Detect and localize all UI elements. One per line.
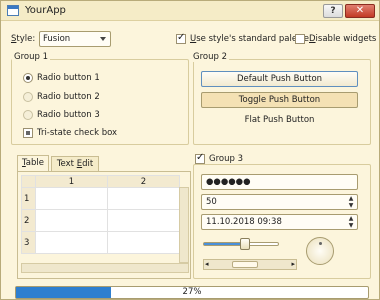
style-combobox-value: Fusion — [43, 34, 71, 44]
disable-widgets-label: Disable widgets — [309, 34, 377, 44]
slider-handle[interactable] — [239, 238, 250, 250]
disable-widgets-checkbox[interactable] — [295, 34, 305, 44]
window-title: YourApp — [25, 5, 66, 16]
row-header[interactable]: 2 — [21, 209, 36, 232]
table-cell[interactable] — [107, 209, 180, 232]
table-cell[interactable] — [35, 231, 108, 254]
scroll-left-icon[interactable]: ◂ — [205, 260, 209, 268]
row-header[interactable]: 1 — [21, 187, 36, 210]
radio-button-1-label: Radio button 1 — [37, 73, 100, 83]
tristate-checkbox[interactable] — [23, 128, 33, 138]
progress-bar: 27% — [15, 286, 369, 299]
data-table[interactable]: 1 2 1 2 3 — [21, 175, 180, 254]
table-row: 2 — [21, 209, 180, 232]
group-3-title: Group 3 — [207, 154, 245, 164]
chevron-down-icon — [100, 37, 106, 41]
use-palette-label: Use style's standard palette — [190, 34, 309, 44]
table-cell[interactable] — [35, 209, 108, 232]
spin-down-icon[interactable]: ▼ — [346, 222, 356, 229]
use-palette-checkbox[interactable] — [176, 32, 186, 44]
spin-up-icon[interactable]: ▲ — [346, 195, 356, 202]
scroll-right-icon[interactable]: ▸ — [291, 260, 295, 268]
toggle-push-button[interactable]: Toggle Push Button — [201, 92, 358, 108]
radio-button-2-label: Radio button 2 — [37, 92, 100, 102]
column-header[interactable]: 2 — [107, 175, 180, 188]
spin-box[interactable]: 50 ▲ ▼ — [201, 194, 358, 210]
scroll-handle[interactable] — [231, 261, 258, 268]
title-bar[interactable]: YourApp ? ✕ — [1, 1, 379, 21]
style-label: Style: — [11, 34, 36, 44]
radio-button-3[interactable] — [23, 110, 33, 120]
group-3-checkbox[interactable] — [195, 152, 205, 164]
table-row: 3 — [21, 231, 180, 254]
datetime-edit[interactable]: 11.10.2018 09:38 ▲ ▼ — [201, 214, 358, 230]
style-combobox[interactable]: Fusion — [39, 31, 111, 47]
flat-push-button[interactable]: Flat Push Button — [201, 113, 358, 129]
table-row: 1 — [21, 187, 180, 210]
app-icon — [7, 5, 19, 16]
tab-table[interactable]: Table — [17, 155, 49, 172]
password-field[interactable]: ●●●●●● — [201, 174, 358, 190]
close-button[interactable]: ✕ — [345, 4, 375, 18]
table-cell[interactable] — [107, 187, 180, 210]
table-header-row: 1 2 — [21, 175, 180, 188]
radio-button-2[interactable] — [23, 92, 33, 102]
dial-notch — [319, 242, 322, 245]
table-cell[interactable] — [35, 187, 108, 210]
group-1-title: Group 1 — [12, 52, 50, 62]
radio-button-1[interactable] — [23, 73, 33, 83]
tab-text-edit[interactable]: Text Edit — [51, 156, 99, 172]
spin-up-icon[interactable]: ▲ — [346, 215, 356, 222]
radio-button-3-label: Radio button 3 — [37, 110, 100, 120]
app-window: YourApp ? ✕ Style: Fusion Use style's st… — [0, 0, 380, 300]
horizontal-scrollbar[interactable]: ◂ ▸ — [203, 259, 297, 270]
column-header[interactable]: 1 — [35, 175, 108, 188]
table-corner — [21, 175, 36, 188]
row-header[interactable]: 3 — [21, 231, 36, 254]
slider-fill — [204, 243, 245, 245]
dial[interactable] — [306, 237, 334, 265]
default-push-button[interactable]: Default Push Button — [201, 71, 358, 87]
table-vertical-scrollbar[interactable] — [179, 187, 189, 263]
table-horizontal-scrollbar[interactable] — [21, 263, 189, 273]
help-button[interactable]: ? — [323, 4, 343, 18]
spin-box-value: 50 — [206, 197, 217, 207]
tristate-checkbox-label: Tri-state check box — [37, 128, 118, 138]
table-cell[interactable] — [107, 231, 180, 254]
progress-label: 27% — [182, 287, 202, 297]
group-2-title: Group 2 — [191, 52, 229, 62]
spin-down-icon[interactable]: ▼ — [346, 202, 356, 209]
datetime-value: 11.10.2018 09:38 — [206, 217, 282, 227]
slider[interactable] — [203, 238, 279, 250]
